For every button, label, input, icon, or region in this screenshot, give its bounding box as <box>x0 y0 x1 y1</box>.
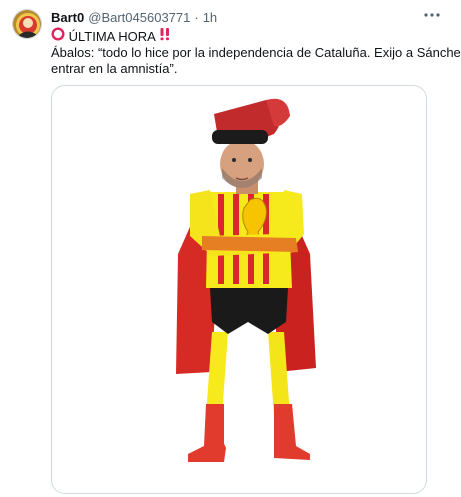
superhero-costume-image <box>52 86 426 493</box>
author-handle[interactable]: @Bart045603771 <box>88 10 190 26</box>
separator-dot: · <box>194 10 199 25</box>
author-avatar[interactable] <box>12 9 42 39</box>
tweet: Bart0 @Bart045603771 · 1h ÚLTIMA HORA Áb… <box>0 0 461 497</box>
hollow-red-circle-icon <box>51 27 65 41</box>
author-name[interactable]: Bart0 <box>51 10 84 26</box>
headline-text: ÚLTIMA HORA <box>68 29 156 44</box>
tweet-media[interactable] <box>51 85 427 494</box>
headline-line: ÚLTIMA HORA <box>51 27 441 45</box>
more-options-icon <box>424 13 440 17</box>
body-line-2: entrar en la amnistía”. <box>51 61 178 76</box>
tweet-timestamp[interactable]: 1h <box>203 10 217 26</box>
more-options-button[interactable] <box>421 6 443 24</box>
double-exclamation-icon <box>160 28 169 41</box>
tweet-header: Bart0 @Bart045603771 · 1h <box>51 10 217 26</box>
body-line-1: Ábalos: “todo lo hice por la independenc… <box>51 45 461 60</box>
tweet-text: ÚLTIMA HORA Ábalos: “todo lo hice por la… <box>51 27 461 77</box>
